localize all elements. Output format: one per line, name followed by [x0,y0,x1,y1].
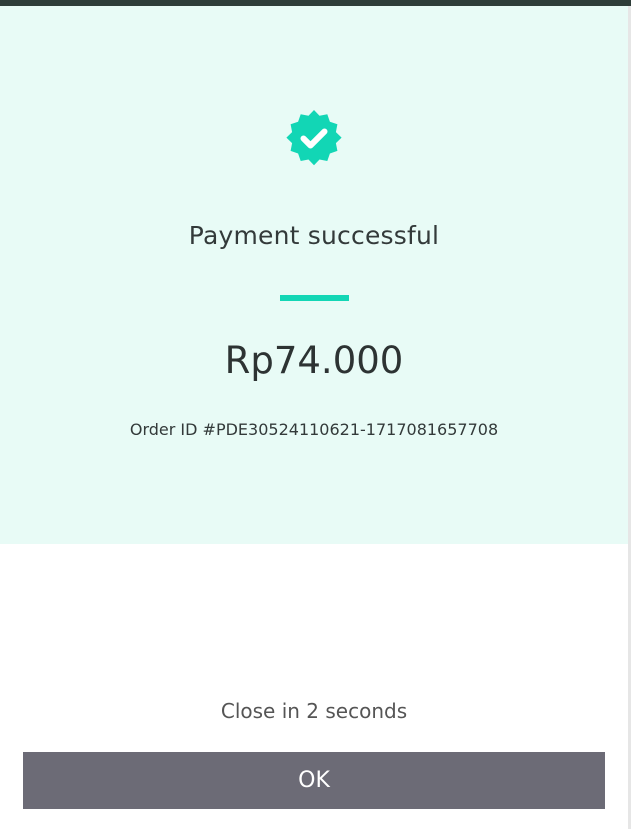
close-countdown: Close in 2 seconds [220,699,408,723]
success-panel [0,6,628,544]
check-badge-icon [286,110,342,166]
accent-divider [280,295,349,301]
payment-status-title: Payment successful [188,221,440,250]
order-id: Order ID #PDE30524110621-1717081657708 [129,420,499,439]
payment-amount: Rp74.000 [224,339,404,382]
ok-button[interactable]: OK [23,752,605,809]
